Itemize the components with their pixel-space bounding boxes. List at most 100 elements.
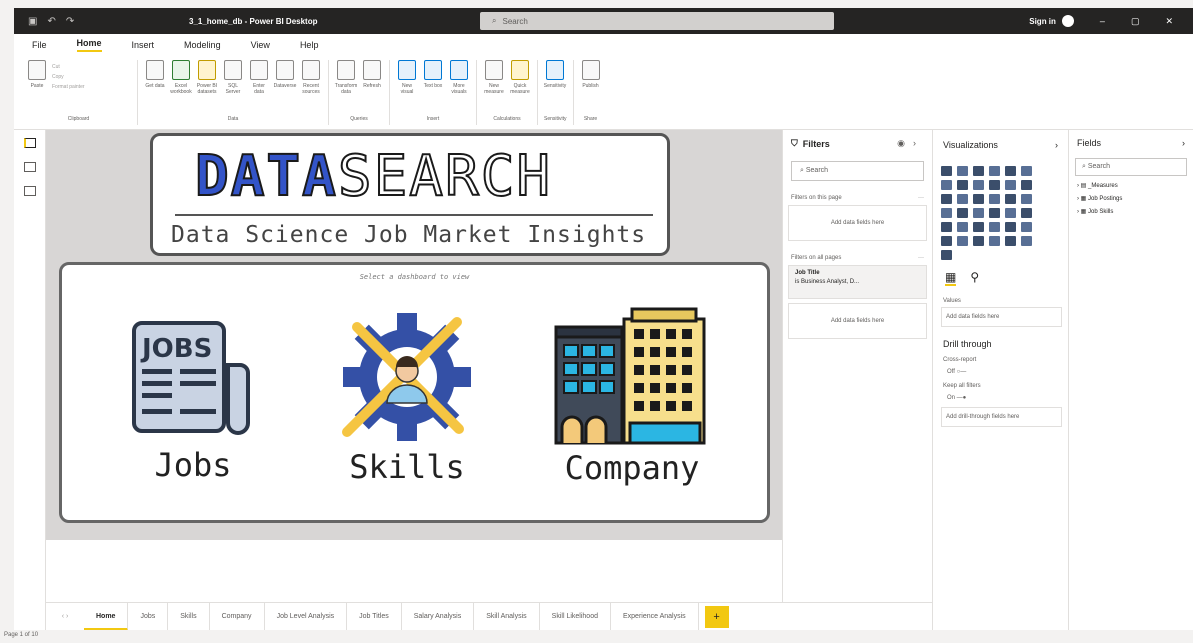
page-tab-skill-analysis[interactable]: Skill Analysis (474, 602, 540, 631)
fields-collapse-icon[interactable]: › (1182, 138, 1185, 148)
copy-button[interactable]: Copy (52, 74, 85, 80)
menu-help[interactable]: Help (300, 40, 319, 50)
menu-home[interactable]: Home (76, 38, 102, 52)
visual-type-icon[interactable] (1005, 166, 1016, 176)
visual-type-icon[interactable] (957, 222, 968, 232)
sensitivity-button[interactable]: Sensitivity (544, 60, 566, 116)
build-visual-tab-icon[interactable]: ▦ (945, 270, 957, 286)
recent-sources-button[interactable]: Recent sources (300, 60, 322, 116)
maximize-icon[interactable]: ▢ (1131, 16, 1140, 27)
visual-type-icon[interactable] (941, 194, 952, 204)
visual-type-icon[interactable] (989, 236, 1000, 246)
table-view-icon[interactable] (23, 162, 36, 172)
visual-type-icon[interactable] (1005, 236, 1016, 246)
add-page-button[interactable]: + (704, 605, 729, 628)
visual-type-icon[interactable] (989, 166, 1000, 176)
page-tab-salary[interactable]: Salary Analysis (402, 602, 475, 631)
redo-icon[interactable]: ↷ (66, 16, 74, 27)
visual-type-icon[interactable] (1005, 208, 1016, 218)
cross-report-toggle[interactable]: Off ○— (947, 369, 1054, 375)
paste-button[interactable]: Paste (26, 60, 48, 116)
visual-type-icon[interactable] (1021, 208, 1032, 218)
field-table-job-skills[interactable]: › ▦ Job Skills (1077, 208, 1185, 215)
menu-modeling[interactable]: Modeling (184, 40, 221, 50)
visual-type-icon[interactable] (957, 236, 968, 246)
excel-workbook-button[interactable]: Excel workbook (170, 60, 192, 116)
visual-type-icon[interactable] (989, 180, 1000, 190)
field-table-job-postings[interactable]: › ▦ Job Postings (1077, 195, 1185, 202)
visual-type-icon[interactable] (941, 236, 952, 246)
visual-type-icon[interactable] (973, 208, 984, 218)
sign-in-button[interactable]: Sign in (1029, 15, 1074, 27)
visual-type-icon[interactable] (1021, 236, 1032, 246)
keep-filters-toggle[interactable]: On —● (947, 395, 1054, 401)
page-tab-company[interactable]: Company (210, 602, 265, 631)
visual-type-icon[interactable] (941, 250, 952, 260)
refresh-button[interactable]: Refresh (361, 60, 383, 116)
visual-type-icon[interactable] (973, 166, 984, 176)
visual-type-icon[interactable] (973, 194, 984, 204)
fields-search-input[interactable]: ⌕ Search (1075, 158, 1187, 176)
visual-type-icon[interactable] (941, 222, 952, 232)
visual-type-icon[interactable] (973, 222, 984, 232)
visual-type-icon[interactable] (957, 166, 968, 176)
menu-insert[interactable]: Insert (132, 40, 155, 50)
search-box[interactable]: ⌕ Search (480, 12, 834, 30)
model-view-icon[interactable] (23, 186, 36, 196)
visual-type-icon[interactable] (1005, 222, 1016, 232)
filters-page-drop-zone[interactable]: Add data fields here (788, 205, 927, 241)
undo-icon[interactable]: ↶ (47, 16, 55, 27)
tab-scroll-arrows-icon[interactable]: ‹ › (46, 613, 84, 620)
get-data-button[interactable]: Get data (144, 60, 166, 116)
close-icon[interactable]: ✕ (1165, 16, 1173, 27)
values-drop-zone[interactable]: Add data fields here (941, 307, 1062, 327)
visual-type-icon[interactable] (957, 180, 968, 190)
report-view-icon[interactable] (23, 138, 36, 148)
visual-type-icon[interactable] (957, 194, 968, 204)
page-tab-job-titles[interactable]: Job Titles (347, 602, 402, 631)
quick-measure-button[interactable]: Quick measure (509, 60, 531, 116)
new-visual-button[interactable]: New visual (396, 60, 418, 116)
visual-type-icon[interactable] (941, 180, 952, 190)
visual-type-icon[interactable] (1021, 180, 1032, 190)
menu-file[interactable]: File (32, 40, 47, 50)
new-measure-button[interactable]: New measure (483, 60, 505, 116)
filters-all-drop-zone[interactable]: Add data fields here (788, 303, 927, 339)
format-visual-tab-icon[interactable]: ⚲ (970, 270, 979, 286)
visual-type-icon[interactable] (1021, 194, 1032, 204)
visual-type-icon[interactable] (941, 166, 952, 176)
visual-type-icon[interactable] (989, 222, 1000, 232)
visual-type-icon[interactable] (1005, 180, 1016, 190)
save-icon[interactable]: ▣ (28, 16, 37, 27)
collapse-filters-icon[interactable]: ◉› (897, 138, 924, 149)
filters-search-input[interactable]: ⌕ Search (791, 161, 924, 181)
visual-type-icon[interactable] (1021, 222, 1032, 232)
page-tab-home[interactable]: Home (84, 602, 129, 631)
drill-through-drop-zone[interactable]: Add drill-through fields here (941, 407, 1062, 427)
visual-type-icon[interactable] (973, 180, 984, 190)
text-box-button[interactable]: Text box (422, 60, 444, 116)
visual-type-icon[interactable] (957, 208, 968, 218)
publish-button[interactable]: Publish (580, 60, 602, 116)
transform-data-button[interactable]: Transform data (335, 60, 357, 116)
minimize-icon[interactable]: – (1100, 16, 1105, 26)
more-visuals-button[interactable]: More visuals (448, 60, 470, 116)
visual-type-icon[interactable] (1021, 166, 1032, 176)
page-tab-jobs[interactable]: Jobs (128, 602, 169, 631)
job-title-filter-card[interactable]: Job Title is Business Analyst, D... (788, 265, 927, 299)
visual-type-icon[interactable] (989, 208, 1000, 218)
visual-type-icon[interactable] (1005, 194, 1016, 204)
page-tab-job-level[interactable]: Job Level Analysis (265, 602, 348, 631)
pbi-datasets-button[interactable]: Power BI datasets (196, 60, 218, 116)
visual-type-icon[interactable] (973, 236, 984, 246)
menu-view[interactable]: View (251, 40, 270, 50)
page-tab-skill-likelihood[interactable]: Skill Likelihood (540, 602, 611, 631)
visual-type-icon[interactable] (989, 194, 1000, 204)
viz-collapse-icon[interactable]: › (1055, 140, 1058, 150)
company-tile[interactable]: Company (552, 305, 712, 487)
field-table-measures[interactable]: › ▤ _Measures (1077, 182, 1185, 189)
enter-data-button[interactable]: Enter data (248, 60, 270, 116)
jobs-tile[interactable]: JOBS Jobs (128, 317, 258, 484)
page-tab-skills[interactable]: Skills (168, 602, 210, 631)
cut-button[interactable]: Cut (52, 64, 85, 70)
